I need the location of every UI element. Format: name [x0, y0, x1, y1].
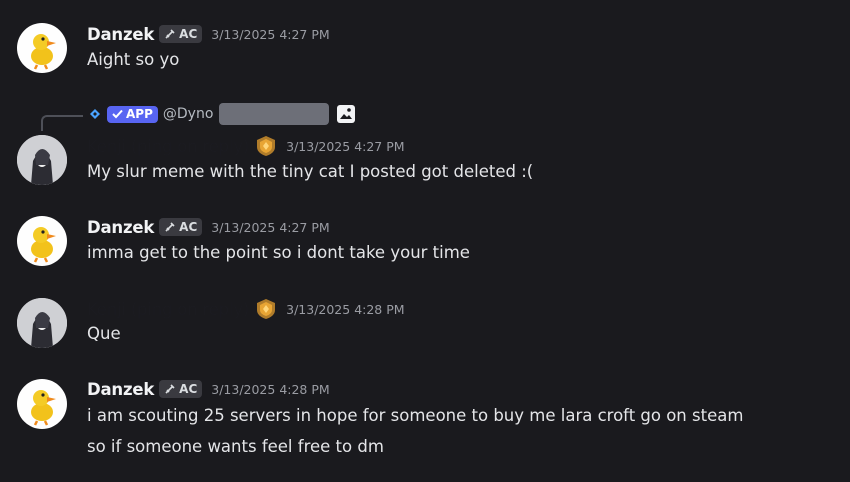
message-header: Kenji (ping on reply) 3/13/2025 4:27 PM	[87, 135, 405, 157]
app-badge-label: APP	[126, 107, 153, 121]
reply-reference[interactable]: APP @Dyno	[89, 103, 356, 125]
shield-badge-icon[interactable]	[255, 135, 277, 157]
message-text: i am scouting 25 servers in hope for som…	[87, 406, 744, 425]
timestamp[interactable]: 3/13/2025 4:27 PM	[211, 27, 329, 42]
sword-icon	[165, 384, 175, 394]
message-header: Kenji (ping on reply) 3/13/2025 4:28 PM	[87, 298, 405, 320]
bot-check-icon	[112, 109, 123, 119]
tag-label: AC	[179, 220, 198, 234]
duck-avatar-icon	[31, 390, 56, 426]
timestamp[interactable]: 3/13/2025 4:28 PM	[286, 302, 404, 317]
server-tag[interactable]: AC	[159, 218, 203, 236]
message-text: so if someone wants feel free to dm	[87, 437, 384, 456]
duck-avatar-icon	[31, 227, 56, 263]
message-text: imma get to the point so i dont take you…	[87, 243, 470, 262]
image-icon[interactable]	[336, 104, 356, 124]
username[interactable]: Danzek	[87, 25, 154, 44]
username[interactable]: Kenji (ping on reply)	[87, 137, 249, 156]
kenji-avatar-icon	[17, 298, 67, 348]
server-tag[interactable]: AC	[159, 25, 203, 43]
username[interactable]: Danzek	[87, 218, 154, 237]
tag-label: AC	[179, 382, 198, 396]
redacted-text	[219, 103, 330, 125]
app-badge: APP	[107, 105, 158, 123]
avatar[interactable]	[17, 135, 67, 185]
message-text: Aight so yo	[87, 50, 180, 69]
tag-label: AC	[179, 27, 198, 41]
message-header: Danzek AC 3/13/2025 4:28 PM	[87, 378, 330, 400]
avatar[interactable]	[17, 216, 67, 266]
timestamp[interactable]: 3/13/2025 4:27 PM	[286, 139, 404, 154]
sword-icon	[165, 29, 175, 39]
reply-arrow-icon	[41, 115, 83, 131]
message-text: My slur meme with the tiny cat I posted …	[87, 162, 534, 181]
timestamp[interactable]: 3/13/2025 4:28 PM	[211, 382, 329, 397]
shield-badge-icon[interactable]	[255, 298, 277, 320]
message-header: Danzek AC 3/13/2025 4:27 PM	[87, 216, 330, 238]
duck-avatar-icon	[31, 34, 56, 70]
reply-mention[interactable]: @Dyno	[163, 106, 214, 122]
message-text: Que	[87, 324, 121, 343]
avatar[interactable]	[17, 379, 67, 429]
avatar[interactable]	[17, 23, 67, 73]
bot-icon	[90, 109, 100, 119]
username[interactable]: Danzek	[87, 380, 154, 399]
server-tag[interactable]: AC	[159, 380, 203, 398]
timestamp[interactable]: 3/13/2025 4:27 PM	[211, 220, 329, 235]
avatar[interactable]	[17, 298, 67, 348]
username[interactable]: Kenji (ping on reply)	[87, 300, 249, 319]
sword-icon	[165, 222, 175, 232]
message-header: Danzek AC 3/13/2025 4:27 PM	[87, 23, 330, 45]
kenji-avatar-icon	[17, 135, 67, 185]
